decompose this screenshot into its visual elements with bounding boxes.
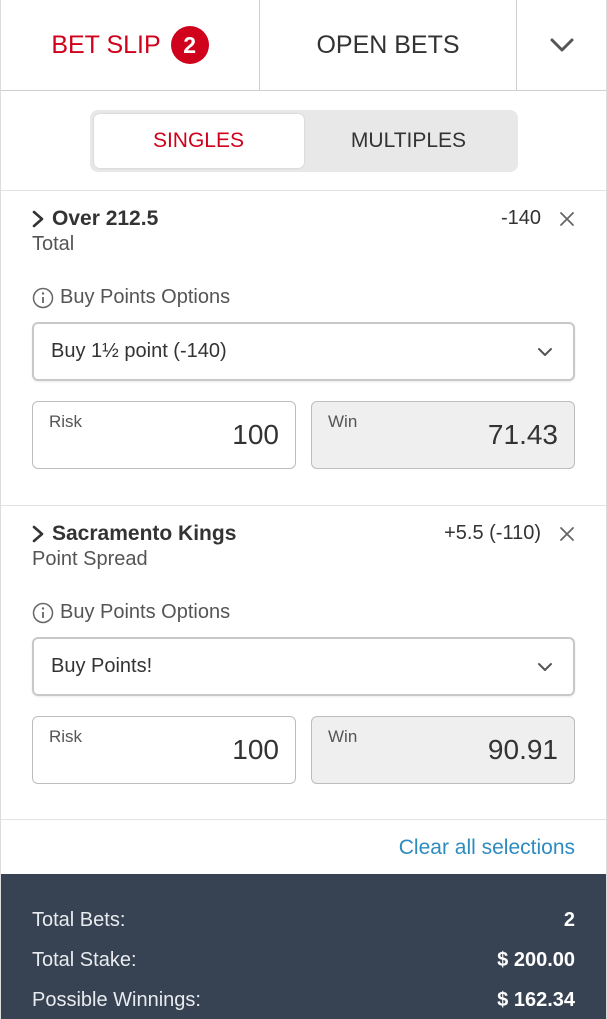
win-value: 90.91 [487,734,558,765]
bet-odds: -140 [500,207,541,229]
bet-slip-panel: BET SLIP 2 OPEN BETS SINGLES MULTIPLES O… [0,0,607,1019]
close-icon[interactable] [559,526,575,542]
possible-winnings-row: Possible Winnings: $ 162.34 [32,980,575,1019]
win-value: 71.43 [487,419,558,450]
chevron-right-icon [32,210,44,228]
buy-points-select[interactable]: Buy Points! [32,637,575,696]
win-label: Win [328,412,358,431]
header-tabs: BET SLIP 2 OPEN BETS [1,0,606,91]
win-label: Win [328,727,358,746]
info-icon[interactable] [32,287,54,309]
win-field: Win 71.43 [311,401,575,469]
chevron-right-icon [32,525,44,543]
bet-selection-toggle[interactable]: Sacramento Kings [32,522,236,546]
total-stake-value: $ 200.00 [497,948,575,971]
possible-winnings-label: Possible Winnings: [32,988,201,1011]
bet-selection-title: Sacramento Kings [52,522,237,545]
tab-bet-slip-label: BET SLIP [51,30,161,59]
total-bets-value: 2 [563,908,575,931]
possible-winnings-value: $ 162.34 [497,988,575,1011]
bet-market-type: Total [32,233,75,255]
bet-count-badge: 2 [170,26,209,64]
clear-all-selections-link[interactable]: Clear all selections [399,836,575,860]
total-stake-row: Total Stake: $ 200.00 [32,940,575,980]
bet-market-type: Point Spread [32,548,148,570]
bet-selection-card: Over 212.5 -140 Total Buy Points Options… [1,191,606,506]
bet-selection-card: Sacramento Kings +5.5 (-110) Point Sprea… [1,506,606,820]
multiples-button[interactable]: MULTIPLES [304,114,514,168]
buy-points-label-text: Buy Points Options [60,286,231,308]
segmented-control: SINGLES MULTIPLES [89,109,518,172]
risk-input[interactable]: Risk 100 [32,401,296,469]
buy-points-label: Buy Points Options [32,601,575,624]
collapse-toggle[interactable] [517,0,606,90]
total-stake-label: Total Stake: [32,948,137,971]
buy-points-select[interactable]: Buy 1½ point (-140) [32,322,575,381]
total-bets-row: Total Bets: 2 [32,900,575,940]
bet-summary: Total Bets: 2 Total Stake: $ 200.00 Poss… [1,874,606,1019]
risk-input[interactable]: Risk 100 [32,716,296,784]
buy-points-select-value: Buy 1½ point (-140) [51,340,227,362]
buy-points-select-value: Buy Points! [51,655,153,677]
risk-label: Risk [49,727,83,746]
tab-bet-slip[interactable]: BET SLIP 2 [1,0,259,90]
risk-value: 100 [232,419,279,450]
buy-points-label-text: Buy Points Options [60,601,231,623]
risk-value: 100 [232,734,279,765]
clear-row: Clear all selections [1,820,606,875]
chevron-down-icon [549,31,575,60]
total-bets-label: Total Bets: [32,908,126,931]
risk-label: Risk [49,412,83,431]
close-icon[interactable] [559,211,575,227]
info-icon[interactable] [32,602,54,624]
singles-button[interactable]: SINGLES [93,113,304,168]
tab-open-bets[interactable]: OPEN BETS [259,0,517,90]
tab-open-bets-label: OPEN BETS [316,30,460,59]
buy-points-label: Buy Points Options [32,286,575,309]
win-field: Win 90.91 [311,716,575,784]
bet-selection-toggle[interactable]: Over 212.5 [32,207,158,231]
chevron-down-icon [537,655,553,678]
bet-selection-title: Over 212.5 [52,207,159,230]
bet-type-switch: SINGLES MULTIPLES [1,91,606,191]
chevron-down-icon [537,340,553,363]
bet-odds: +5.5 (-110) [444,522,541,544]
